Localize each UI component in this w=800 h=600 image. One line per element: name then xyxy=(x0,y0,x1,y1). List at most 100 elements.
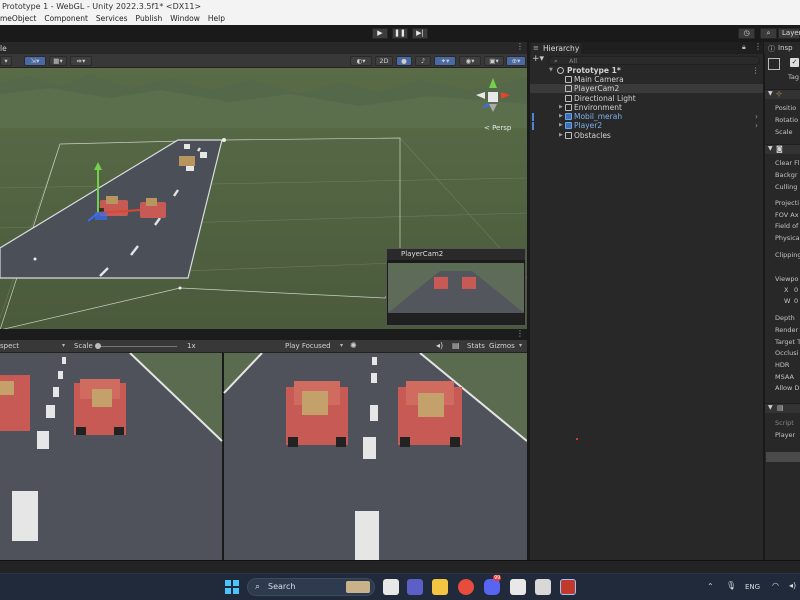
hierarchy-item-main-camera[interactable]: Main Camera xyxy=(530,75,763,84)
history-icon[interactable]: ◷ xyxy=(738,28,755,39)
bug-icon[interactable]: ✺ xyxy=(350,341,357,350)
gizmos-toggle-icon[interactable]: ⊕▾ xyxy=(506,56,526,66)
game-more-icon[interactable]: ⋮ xyxy=(516,329,524,338)
scale-label: Scale xyxy=(74,342,93,350)
hidden-objects-icon[interactable]: ◉▾ xyxy=(459,56,481,66)
prefab-open-icon[interactable]: › xyxy=(755,112,758,121)
panel-splitter[interactable]: ⋮ xyxy=(0,329,527,340)
gameobject-icon xyxy=(565,85,572,92)
hierarchy-more-icon[interactable]: ⋮ xyxy=(754,42,762,51)
clipping-label: Clipping xyxy=(775,251,800,259)
transform-component-header[interactable]: ▼ ⊹ xyxy=(765,89,800,99)
hierarchy-tab[interactable]: ≡ Hierarchy xyxy=(531,43,581,54)
audio-toggle-icon[interactable]: ♪ xyxy=(415,56,431,66)
add-object-button[interactable]: +▾ xyxy=(532,54,544,64)
tool-dropdown[interactable]: ▾ xyxy=(0,56,12,66)
expand-arrow-icon[interactable]: ▼ xyxy=(549,66,553,75)
mute-audio-icon[interactable]: ◂) xyxy=(436,341,443,350)
hierarchy-item-label: Obstacles xyxy=(574,131,611,140)
teams-icon[interactable] xyxy=(407,579,423,595)
hierarchy-item-scene[interactable]: ▼ Prototype 1* ⋮ xyxy=(530,66,763,75)
inspector-tab[interactable]: ⓘ Insp xyxy=(764,42,800,54)
effects-toggle-icon[interactable]: ✦▾ xyxy=(434,56,456,66)
play-button[interactable]: ▶ xyxy=(372,28,388,39)
scale-slider-handle[interactable] xyxy=(95,343,101,349)
transform-tool-icon[interactable]: ⇲▾ xyxy=(24,56,46,66)
toggle-2d-button[interactable]: 2D xyxy=(375,56,393,66)
collapse-arrow-icon[interactable]: ▼ xyxy=(768,404,773,411)
layers-dropdown[interactable]: Layer xyxy=(778,28,800,39)
gizmos-chevron-icon[interactable]: ▾ xyxy=(519,342,522,349)
camera-settings-icon[interactable]: ▣▾ xyxy=(484,56,504,66)
shortcuts-icon[interactable]: ▤ xyxy=(452,341,460,350)
hierarchy-item-playercam2[interactable]: PlayerCam2 xyxy=(530,84,763,93)
prefab-open-icon[interactable]: › xyxy=(755,121,758,130)
language-indicator[interactable]: ENG xyxy=(745,583,760,591)
expand-arrow-icon[interactable]: ▶ xyxy=(559,103,563,112)
gizmos-button[interactable]: Gizmos xyxy=(489,342,515,350)
hierarchy-item-environment[interactable]: ▶ Environment xyxy=(530,103,763,112)
scale-value: 1x xyxy=(187,342,196,350)
expand-arrow-icon[interactable]: ▶ xyxy=(559,121,563,130)
search-icon[interactable]: ⌕ xyxy=(760,28,777,39)
start-icon[interactable] xyxy=(224,579,240,595)
pause-button[interactable]: ❚❚ xyxy=(392,28,408,39)
collapse-arrow-icon[interactable]: ▼ xyxy=(768,90,773,97)
menu-window[interactable]: Window xyxy=(166,13,204,25)
volume-icon[interactable]: ◂) xyxy=(789,581,796,590)
menu-services[interactable]: Services xyxy=(92,13,132,25)
hierarchy-lock-icon[interactable]: 🔒︎ xyxy=(742,43,746,52)
active-checkbox[interactable]: ✓ xyxy=(790,58,799,67)
expand-arrow-icon[interactable]: ▶ xyxy=(559,112,563,121)
menu-publish[interactable]: Publish xyxy=(132,13,167,25)
viewport-w-value[interactable]: 0 xyxy=(794,297,798,305)
info-icon: ⓘ xyxy=(768,45,775,53)
window-title: Prototype 1 - WebGL - Unity 2022.3.5f1* … xyxy=(2,2,202,11)
scene-tab[interactable]: le xyxy=(0,44,7,53)
persp-label[interactable]: < Persp xyxy=(484,124,511,132)
hierarchy-item-mobil-merah[interactable]: ▶ Mobil_merah › xyxy=(530,112,763,121)
menu-gameobject[interactable]: meObject xyxy=(0,13,40,25)
unity-hub-icon[interactable] xyxy=(510,579,526,595)
expand-arrow-icon[interactable]: ▶ xyxy=(559,131,563,140)
scene-more-icon[interactable]: ⋮ xyxy=(516,42,524,51)
hierarchy-item-directional-light[interactable]: Directional Light xyxy=(530,94,763,103)
wifi-icon[interactable]: ◠ xyxy=(772,581,779,590)
play-focus-dropdown[interactable]: Play Focused xyxy=(285,342,331,350)
viewport-x-value[interactable]: 0 xyxy=(794,286,798,294)
tray-chevron-icon[interactable]: ⌃ xyxy=(707,582,714,591)
mic-icon[interactable]: 🎙︎ xyxy=(726,581,736,590)
lighting-toggle-icon[interactable]: ● xyxy=(396,56,412,66)
play-focus-chevron-icon[interactable]: ▾ xyxy=(340,342,343,349)
menu-component[interactable]: Component xyxy=(40,13,92,25)
chrome-icon[interactable] xyxy=(458,579,474,595)
camera-component-header[interactable]: ▼ ◙ xyxy=(765,144,800,154)
task-view-icon[interactable] xyxy=(383,579,399,595)
shading-mode-icon[interactable]: ◐▾ xyxy=(350,56,372,66)
grid-tool-icon[interactable]: ▦▾ xyxy=(49,56,67,66)
script-component-header[interactable]: ▼ ▤ xyxy=(765,403,800,413)
scale-slider-track[interactable] xyxy=(97,346,177,347)
camera-preview-title: PlayerCam2 xyxy=(401,250,444,258)
aspect-chevron-icon[interactable]: ▾ xyxy=(62,342,65,349)
step-button[interactable]: ▶| xyxy=(412,28,428,39)
scene-more-icon[interactable]: ⋮ xyxy=(752,66,760,75)
unity-editor-icon[interactable] xyxy=(560,579,576,595)
hierarchy-search-input[interactable]: ⌕ All xyxy=(548,56,760,65)
collapse-arrow-icon[interactable]: ▼ xyxy=(768,145,773,152)
unity-icon[interactable] xyxy=(535,579,551,595)
menu-help[interactable]: Help xyxy=(204,13,229,25)
stats-button[interactable]: Stats xyxy=(467,342,485,350)
discord-icon[interactable]: 99 xyxy=(484,575,502,595)
file-explorer-icon[interactable] xyxy=(432,579,448,595)
hierarchy-item-obstacles[interactable]: ▶ Obstacles xyxy=(530,131,763,140)
game-viewport[interactable] xyxy=(0,353,527,560)
game-car-right-b xyxy=(398,381,462,447)
clear-flags-label: Clear Fl xyxy=(775,159,800,167)
projection-label: Projecti xyxy=(775,199,800,207)
aspect-dropdown[interactable]: spect xyxy=(0,342,19,350)
hierarchy-item-player2[interactable]: ▶ Player2 › xyxy=(530,121,763,130)
taskbar-search-box[interactable]: ⌕ Search xyxy=(247,578,375,596)
add-component-button[interactable] xyxy=(766,452,800,462)
snap-tool-icon[interactable]: ⇹▾ xyxy=(70,56,92,66)
